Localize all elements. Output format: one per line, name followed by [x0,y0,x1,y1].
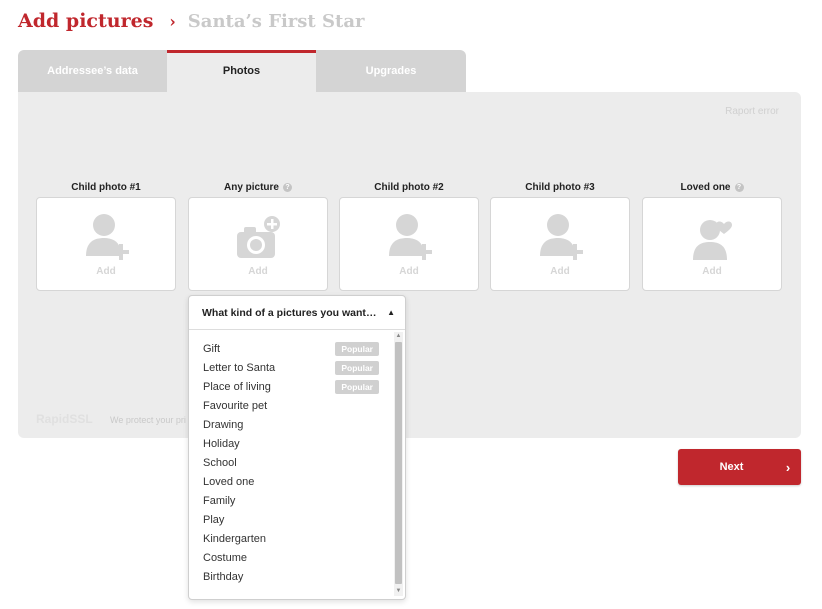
dropdown-option[interactable]: Costume [189,548,393,567]
dropdown-option-label: Kindergarten [203,532,266,545]
dropdown-option-label: Gift [203,342,221,355]
tab-addressee-data[interactable]: Addressee’s data [18,50,167,92]
breadcrumb-separator-icon: › [169,12,176,31]
dropdown-option[interactable]: Drawing [189,415,393,434]
add-label: Add [399,266,419,277]
dropdown-option[interactable]: Place of living Popular [189,377,393,396]
child-add-icon [389,214,432,260]
slot-label-text: Child photo #3 [525,182,595,193]
scroll-up-icon[interactable]: ▲ [394,332,403,341]
help-icon[interactable]: ? [283,183,292,192]
breadcrumb: Santa’s First Star [187,11,365,32]
add-label: Add [248,266,268,277]
slot-label-text: Any picture [223,182,279,193]
page-title: Add pictures [18,10,154,32]
dropdown-option-label: Holiday [203,437,240,450]
slot-label-text: Child photo #2 [374,182,444,193]
slot-label-text: Child photo #1 [71,182,141,193]
child-add-icon [540,214,583,260]
camera-add-icon [237,216,280,258]
photo-slot-child-3[interactable]: Add [490,197,630,291]
dropdown-option-label: School [203,456,237,469]
chevron-right-icon: › [785,459,791,475]
tab-upgrades[interactable]: Upgrades [316,50,466,92]
popular-badge: Popular [335,341,379,356]
dropdown-option[interactable]: Favourite pet [189,396,393,415]
next-button-label: Next [719,461,744,473]
security-note: We protect your pri [110,415,186,425]
dropdown-option-label: Letter to Santa [203,361,276,374]
dropdown-selected-text: What kind of a pictures you want to add? [202,306,379,319]
help-icon[interactable]: ? [734,183,744,192]
dropdown-option[interactable]: Loved one [189,472,393,491]
add-label: Add [96,266,116,277]
loved-one-icon [693,220,732,260]
tab-bar: Addressee’s data Photos Upgrades [18,50,466,92]
photo-slot-child-2[interactable]: Add [339,197,479,291]
slot-label-text: Loved one [680,182,731,193]
popular-badge: Popular [335,360,379,375]
slot-label-any-picture: Any picture ? [188,182,328,193]
dropdown-scrollbar[interactable]: ▲ ▼ [394,332,403,596]
dropdown-option-label: Costume [203,551,248,564]
dropdown-option-label: Favourite pet [203,399,268,412]
scroll-down-icon[interactable]: ▼ [394,587,403,596]
dropdown-option[interactable]: Kindergarten [189,529,393,548]
dropdown-option-label: Place of living [203,380,271,393]
slot-label-child-photo-1: Child photo #1 [36,182,176,193]
dropdown-option[interactable]: Birthday [189,567,393,586]
page-header: Add pictures › Santa’s First Star [18,10,364,40]
report-error-link[interactable]: Raport error [725,106,779,117]
tab-photos[interactable]: Photos [167,50,316,92]
dropdown-option-label: Family [203,494,236,507]
rapidssl-logo: RapidSSL [36,412,93,426]
photo-slot-loved-one[interactable]: Add [642,197,782,291]
add-label: Add [702,266,722,277]
dropdown-options: Gift Popular Letter to Santa Popular Place o… [189,331,393,586]
dropdown-option-label: Loved one [203,475,255,488]
dropdown-option[interactable]: Gift Popular [189,339,393,358]
dropdown-option[interactable]: School [189,453,393,472]
add-label: Add [550,266,570,277]
slot-label-child-photo-3: Child photo #3 [490,182,630,193]
dropdown-option[interactable]: Letter to Santa Popular [189,358,393,377]
caret-up-icon: ▲ [387,308,395,317]
dropdown-option-label: Play [203,513,225,526]
dropdown-option[interactable]: Family [189,491,393,510]
photo-slot-child-1[interactable]: Add [36,197,176,291]
dropdown-option-label: Drawing [203,418,244,431]
slot-label-loved-one: Loved one ? [642,182,782,193]
scrollbar-thumb[interactable] [395,342,402,584]
picture-type-dropdown[interactable]: What kind of a pictures you want to add?… [188,295,406,600]
dropdown-header[interactable]: What kind of a pictures you want to add?… [189,296,405,330]
popular-badge: Popular [335,379,379,394]
photos-panel: Raport error Child photo #1 Any picture … [18,92,801,438]
dropdown-option[interactable]: Holiday [189,434,393,453]
next-button[interactable]: Next › [678,449,801,485]
child-add-icon [86,214,129,260]
dropdown-option-label: Birthday [203,570,244,583]
slot-label-child-photo-2: Child photo #2 [339,182,479,193]
dropdown-option[interactable]: Play [189,510,393,529]
photo-slot-any-picture[interactable]: Add [188,197,328,291]
